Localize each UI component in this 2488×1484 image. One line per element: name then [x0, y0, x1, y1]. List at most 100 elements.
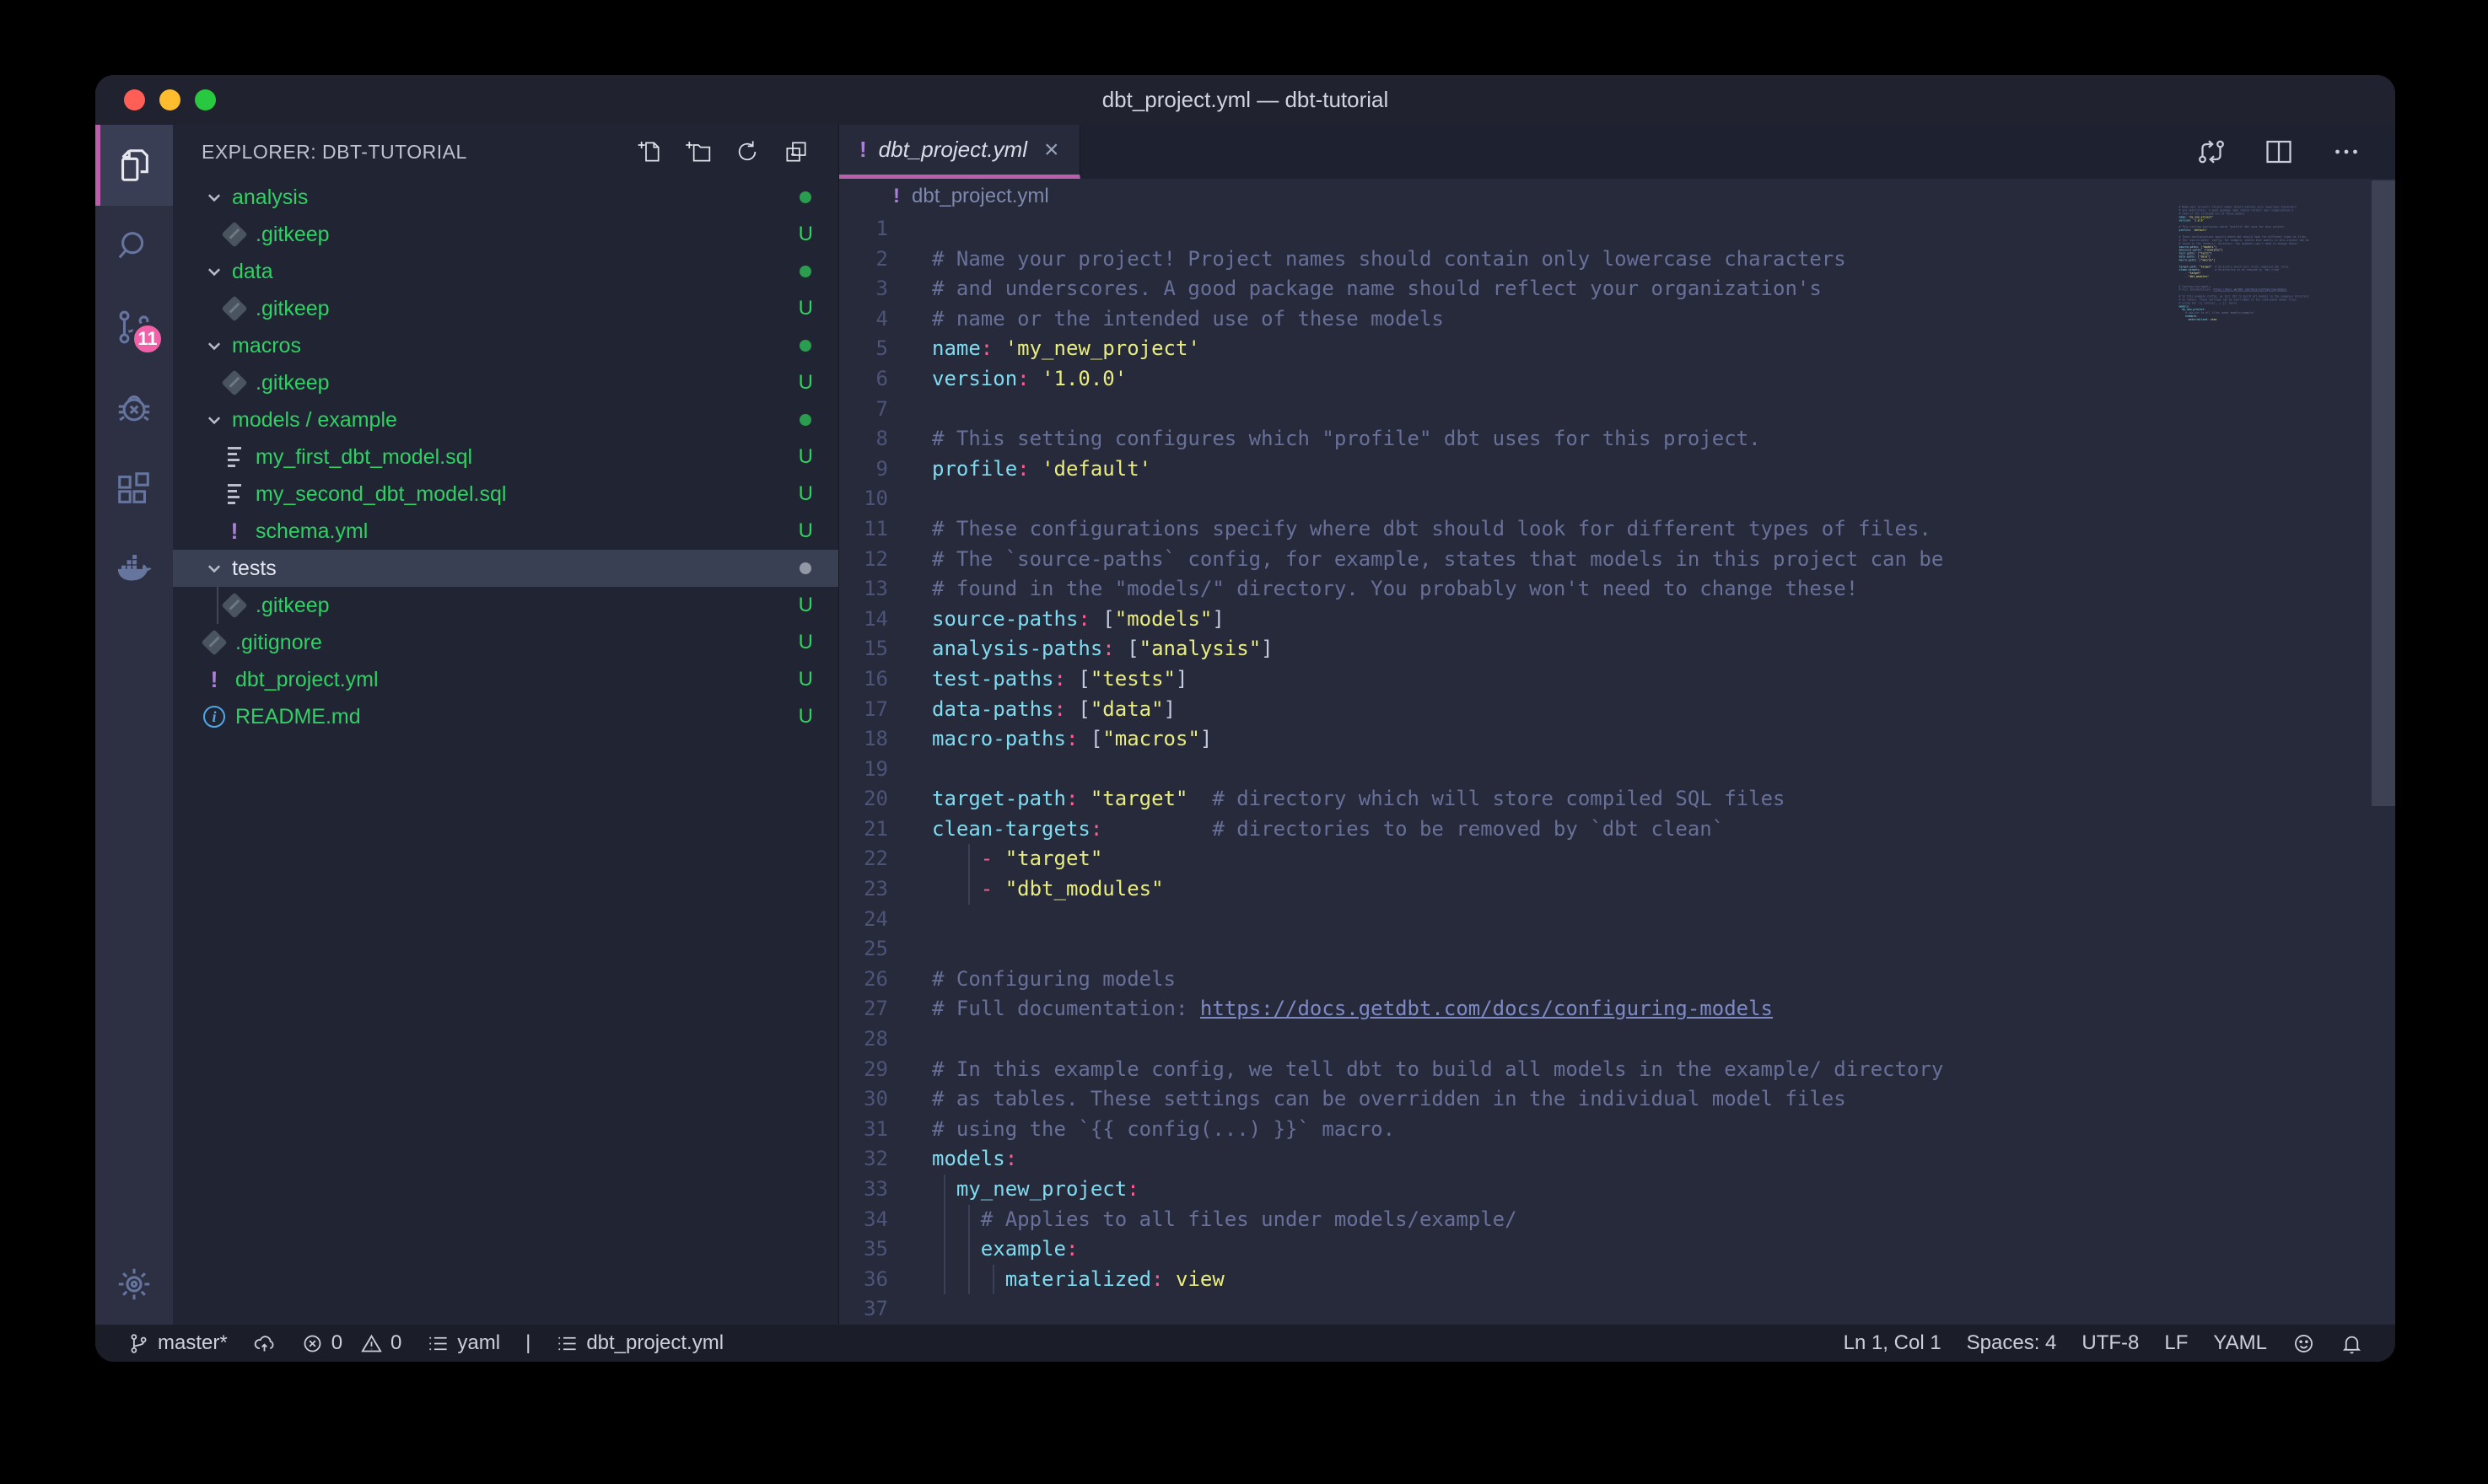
git-untracked-badge: U	[799, 297, 813, 320]
line-number: 25	[839, 934, 888, 965]
code-line-17: 17data-paths: ["data"]	[839, 695, 2395, 725]
indent-guide	[968, 1205, 970, 1235]
tree-item-dbt-project-yml[interactable]: !dbt_project.ymlU	[173, 661, 838, 698]
activity-extensions[interactable]	[95, 449, 173, 530]
activity-source-control[interactable]: 11	[95, 287, 173, 368]
tree-item-label: .gitkeep	[256, 297, 330, 321]
git-untracked-badge: U	[799, 519, 813, 543]
minimap[interactable]: # Name your project! Project names shoul…	[2178, 202, 2370, 725]
line-number: 4	[839, 304, 888, 335]
tree-item-readme-md[interactable]: iREADME.mdU	[173, 698, 838, 735]
folder-status-dot	[800, 191, 811, 203]
new-folder-icon[interactable]	[685, 138, 712, 165]
line-number: 9	[839, 454, 888, 485]
tree-item--gitkeep[interactable]: .gitkeepU	[173, 587, 838, 624]
line-number: 37	[839, 1294, 888, 1325]
activity-settings[interactable]	[95, 1244, 173, 1325]
tree-item--gitignore[interactable]: .gitignore U	[173, 624, 838, 661]
code-line-37	[2178, 321, 2370, 325]
code-line-15: 15analysis-paths: ["analysis"]	[839, 634, 2395, 664]
language-mode[interactable]: YAML	[2213, 1331, 2267, 1355]
tree-item-label: macros	[232, 334, 301, 358]
code-line-27: 27# Full documentation: https://docs.get…	[839, 994, 2395, 1024]
eol-setting[interactable]: LF	[2164, 1331, 2188, 1355]
checklist-icon	[556, 1332, 579, 1355]
tree-item-data[interactable]: data	[173, 253, 838, 290]
tree-item--gitkeep[interactable]: .gitkeep U	[173, 290, 838, 327]
minimize-window-button[interactable]	[159, 89, 180, 110]
problems-indicator[interactable]: 0 0	[301, 1331, 402, 1355]
feedback-smiley-icon[interactable]	[2292, 1332, 2315, 1355]
line-number: 18	[839, 724, 888, 755]
sync-indicator[interactable]	[253, 1332, 276, 1355]
window-title: dbt_project.yml — dbt-tutorial	[1102, 87, 1389, 113]
tree-item-schema-yml[interactable]: !schema.ymlU	[173, 513, 838, 550]
code-line-30: 30# as tables. These settings can be ove…	[839, 1084, 2395, 1115]
linter-dbt-project[interactable]: dbt_project.yml	[556, 1331, 724, 1355]
linter-yaml[interactable]: yaml	[427, 1331, 500, 1355]
indent-guide	[944, 1265, 945, 1295]
tree-item-analysis[interactable]: analysis	[173, 179, 838, 216]
branch-indicator[interactable]: master*	[127, 1331, 228, 1355]
tree-item-models-example[interactable]: models / example	[173, 401, 838, 438]
tab-bar: ! dbt_project.yml ×	[839, 125, 2395, 179]
line-number: 33	[839, 1175, 888, 1205]
code-line-5: 5name: 'my_new_project'	[839, 334, 2395, 364]
close-window-button[interactable]	[124, 89, 145, 110]
tree-item--gitkeep[interactable]: .gitkeepU	[173, 364, 838, 401]
tree-item-label: tests	[232, 556, 277, 581]
titlebar: dbt_project.yml — dbt-tutorial	[95, 75, 2395, 125]
tree-item-macros[interactable]: macros	[173, 327, 838, 364]
code-line-35: 35 example:	[839, 1234, 2395, 1265]
line-number: 34	[839, 1205, 888, 1235]
line-number: 15	[839, 634, 888, 664]
yaml-warning-icon: !	[211, 669, 218, 691]
indentation-setting[interactable]: Spaces: 4	[1967, 1331, 2057, 1355]
line-number: 35	[839, 1234, 888, 1265]
code-editor[interactable]: 12# Name your project! Project names sho…	[839, 214, 2395, 1325]
split-editor-icon[interactable]	[2264, 137, 2294, 167]
tree-item-my-first-dbt-model-sql[interactable]: my_first_dbt_model.sqlU	[173, 438, 838, 476]
chevron-down-icon	[202, 262, 227, 281]
encoding-setting[interactable]: UTF-8	[2081, 1331, 2139, 1355]
line-number: 11	[839, 514, 888, 545]
activity-docker[interactable]	[95, 530, 173, 610]
activity-debug[interactable]	[95, 368, 173, 449]
breadcrumb[interactable]: ! dbt_project.yml	[839, 179, 2395, 214]
open-changes-icon[interactable]	[2196, 137, 2227, 167]
activity-explorer[interactable]	[95, 125, 173, 206]
refresh-icon[interactable]	[734, 138, 761, 165]
indent-guide	[968, 844, 970, 874]
git-untracked-badge: U	[799, 631, 813, 654]
line-number: 5	[839, 334, 888, 364]
line-number: 31	[839, 1115, 888, 1145]
code-line-24: 24	[839, 905, 2395, 935]
tree-item--gitkeep[interactable]: .gitkeepU	[173, 216, 838, 253]
activity-search[interactable]	[95, 206, 173, 287]
line-number: 7	[839, 395, 888, 425]
line-number: 28	[839, 1024, 888, 1055]
breadcrumb-file[interactable]: dbt_project.yml	[912, 185, 1049, 208]
tab-close-icon[interactable]: ×	[1044, 136, 1059, 164]
files-icon	[115, 146, 153, 185]
editor-scrollbar[interactable]	[2372, 180, 2395, 806]
cursor-position[interactable]: Ln 1, Col 1	[1844, 1331, 1941, 1355]
zoom-window-button[interactable]	[195, 89, 216, 110]
tree-item-label: .gitignore	[235, 631, 322, 655]
code-line-16: 16test-paths: ["tests"]	[839, 664, 2395, 695]
doc-link[interactable]: https://docs.getdbt.com/docs/configuring…	[1200, 997, 1773, 1020]
more-actions-icon[interactable]	[2331, 137, 2361, 167]
new-file-icon[interactable]	[636, 138, 663, 165]
tree-item-label: schema.yml	[256, 519, 368, 544]
line-number: 13	[839, 574, 888, 605]
notifications-bell-icon[interactable]	[2340, 1332, 2363, 1355]
code-line-31: 31# using the `{{ config(...) }}` macro.	[839, 1115, 2395, 1145]
chevron-down-icon	[202, 559, 227, 578]
activity-bar: 11	[95, 125, 173, 1325]
explorer-header-title: EXPLORER: DBT-TUTORIAL	[202, 141, 467, 164]
tree-item-tests[interactable]: tests	[173, 550, 838, 587]
indent-guide	[944, 1205, 945, 1235]
tree-item-my-second-dbt-model-sql[interactable]: my_second_dbt_model.sqlU	[173, 476, 838, 513]
collapse-all-icon[interactable]	[783, 138, 810, 165]
tab-dbt-project-yml[interactable]: ! dbt_project.yml ×	[839, 125, 1080, 179]
